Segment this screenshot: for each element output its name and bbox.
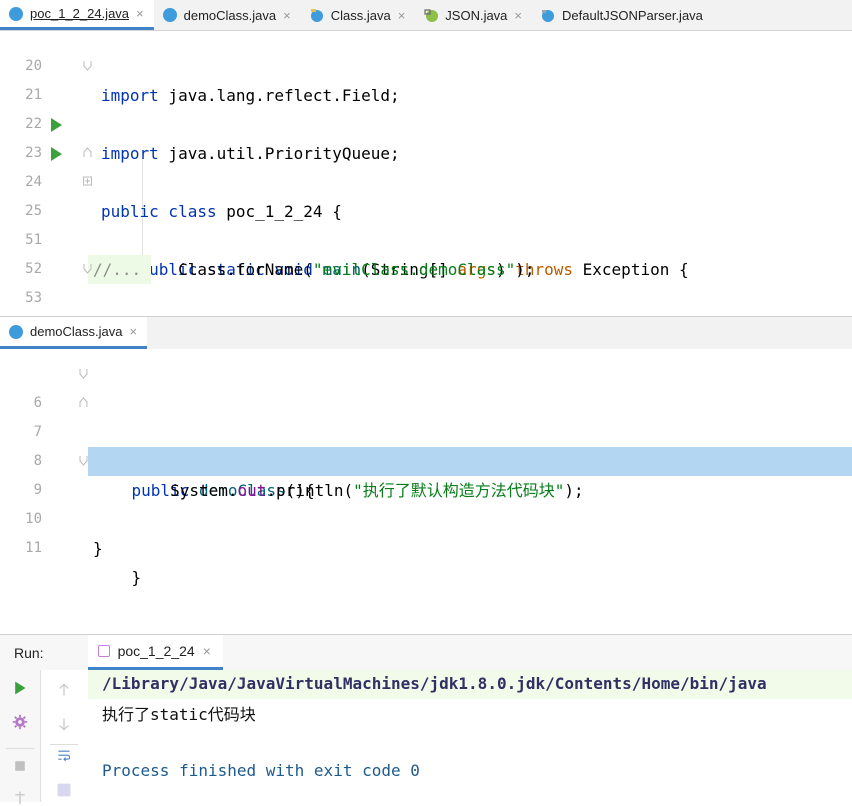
line-number: 54 [0,313,42,315]
run-label: Run: [14,644,44,661]
pin-icon[interactable] [12,790,28,806]
settings-gear-icon[interactable] [12,714,28,730]
code-line-9-current: 9 } [0,447,852,587]
tab-democlass[interactable]: demoClass.java × [154,0,301,30]
tab-defaultjsonparser[interactable]: DefaultJSONParser.java [532,0,713,30]
java-class-icon [9,324,23,339]
split-editor-tab-bar: demoClass.java × [0,316,852,350]
code-line-51: 51 Class.forName("evilClass.demoClass"); [0,197,852,279]
arrow-down-icon[interactable] [56,716,72,732]
soft-wrap-icon[interactable] [56,748,72,764]
folded-region-icon[interactable] [83,176,92,187]
caret-line-highlight [88,447,852,476]
tab-label: Class.java [330,7,391,23]
console-exit-line: Process finished with exit code 0 [102,761,420,780]
fold-end-icon [83,61,92,71]
java-class-library-icon [310,9,323,22]
close-icon[interactable]: × [136,6,144,21]
editor-pane-main[interactable]: 20 import java.lang.reflect.Field; 21 im… [0,31,852,315]
tab-poc-1-2-24[interactable]: poc_1_2_24.java × [0,0,154,30]
close-icon[interactable]: × [130,324,138,339]
fold-start-icon[interactable] [83,147,92,158]
close-icon[interactable]: × [514,8,522,23]
code-line-23: 23 public class poc_1_2_24 { [0,110,852,221]
code-line-22: 22 [0,81,852,132]
code-line-10: 10 } [0,476,852,558]
code-line-54: 54 [0,284,852,313]
fold-start-icon[interactable] [79,397,88,408]
java-class-icon [542,10,555,22]
code-line-25: 25 //... [0,168,852,284]
arrow-up-icon[interactable] [56,682,72,698]
divider [6,748,34,749]
run-gutter-icon[interactable] [51,147,62,161]
console-output-line: 执行了static代码块 [102,705,256,724]
run-gutter-icon[interactable] [51,118,62,132]
fold-end-icon[interactable] [83,263,92,274]
code-line-8: 8 System.out.println("执行了默认构造方法代码块"); [0,418,852,500]
scroll-end-icon[interactable] [56,782,72,798]
code-line-6: 6 } [0,360,852,471]
run-console-output[interactable]: /Library/Java/JavaVirtualMachines/jdk1.8… [88,670,852,802]
run-toolbar-left [0,670,41,805]
editor-tab-bar: poc_1_2_24.java × demoClass.java × Class… [0,0,852,31]
close-icon[interactable]: × [283,8,291,23]
tab-label: JSON.java [445,7,508,23]
java-class-icon [162,8,177,22]
code-line-7: 7 public demoClass(){ [0,389,852,500]
java-class-library-icon [424,9,439,22]
rerun-icon[interactable] [12,680,28,696]
code-token: } [93,539,103,558]
code-line-21: 21 import java.util.PriorityQueue; [0,52,852,163]
divider [50,744,78,745]
close-icon[interactable]: × [398,8,406,23]
tab-label: poc_1_2_24.java [30,6,130,21]
code-line-20: 20 import java.lang.reflect.Field; [0,31,852,105]
run-toolbar-right [44,670,84,802]
tab-json[interactable]: JSON.java × [415,0,532,30]
code-text: } [93,534,103,563]
tab-democlass-split[interactable]: demoClass.java × [0,317,148,349]
line-number: 11 [25,540,42,556]
code-line-53: 53 } [0,255,852,306]
java-class-icon [9,6,23,21]
code-line-52: 52 [0,226,852,277]
editor-pane-split[interactable]: 6 } 7 public demoClass(){ 8 System.out.p… [0,349,852,633]
stop-icon[interactable] [12,758,28,774]
console-command-line: /Library/Java/JavaVirtualMachines/jdk1.8… [102,674,767,693]
close-icon[interactable]: × [203,643,211,659]
run-toolwindow-header: Run: poc_1_2_24 × [0,634,852,670]
code-token: } [131,568,142,587]
code-text: } [93,563,142,592]
run-tab-label: poc_1_2_24 [117,643,195,659]
code-line-24: 24 public static void main(String[] args… [0,139,852,279]
tab-class[interactable]: Class.java × [301,0,416,30]
tab-label: demoClass.java [30,324,123,339]
fold-end-icon[interactable] [79,455,88,466]
run-config-icon [97,645,110,657]
tab-label: demoClass.java [183,7,277,23]
run-tab-poc-1-2-24[interactable]: poc_1_2_24 × [87,635,223,670]
tab-label: DefaultJSONParser.java [562,7,703,23]
fold-end-icon[interactable] [79,368,88,379]
code-line-11: 11 [0,505,852,556]
